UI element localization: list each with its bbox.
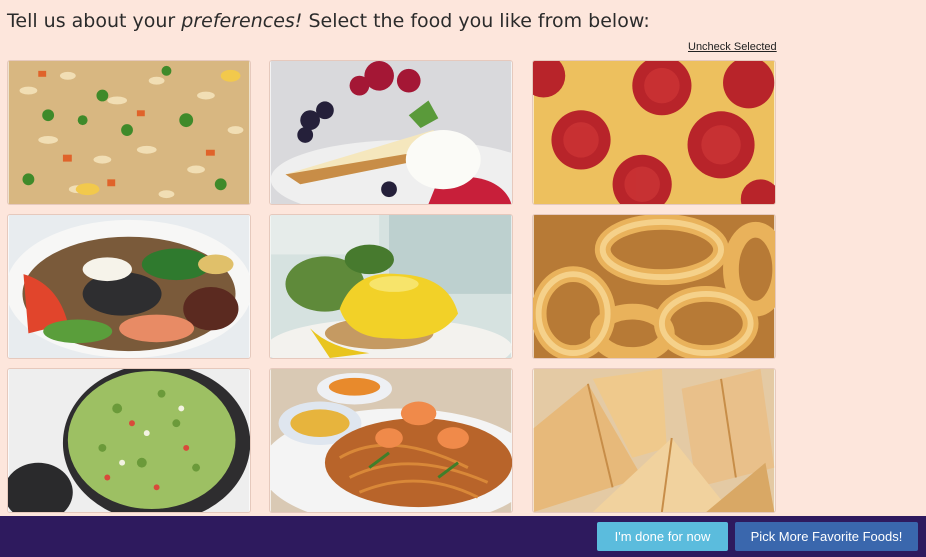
samosas-image (533, 369, 775, 512)
guacamole-image (8, 369, 250, 512)
food-tile-pepperoni-pizza[interactable] (532, 60, 776, 205)
prompt-text-after: Select the food you like from below: (302, 10, 650, 32)
uncheck-selected-link[interactable]: Uncheck Selected (688, 41, 777, 53)
page-prompt: Tell us about your preferences! Select t… (7, 10, 650, 32)
food-tile-onion-rings[interactable] (532, 214, 776, 359)
food-grid (7, 60, 779, 516)
food-tile-fried-rice[interactable] (7, 60, 251, 205)
pepperoni-pizza-image (533, 61, 775, 204)
berry-cheesecake-image (270, 61, 512, 204)
fried-rice-image (8, 61, 250, 204)
onion-rings-image (533, 215, 775, 358)
food-tile-eggs-benedict[interactable] (269, 214, 513, 359)
bibimbap-image (8, 215, 250, 358)
food-tile-pad-thai[interactable] (269, 368, 513, 513)
food-tile-berry-cheesecake[interactable] (269, 60, 513, 205)
food-tile-bibimbap[interactable] (7, 214, 251, 359)
pad-thai-image (270, 369, 512, 512)
prompt-text-before: Tell us about your (7, 10, 182, 32)
footer-bar: I'm done for now Pick More Favorite Food… (0, 516, 926, 557)
food-tile-guacamole[interactable] (7, 368, 251, 513)
food-tile-samosas[interactable] (532, 368, 776, 513)
pick-more-foods-button[interactable]: Pick More Favorite Foods! (735, 522, 918, 551)
done-for-now-button[interactable]: I'm done for now (597, 522, 728, 551)
prompt-emphasis: preferences! (181, 10, 303, 32)
eggs-benedict-image (270, 215, 512, 358)
